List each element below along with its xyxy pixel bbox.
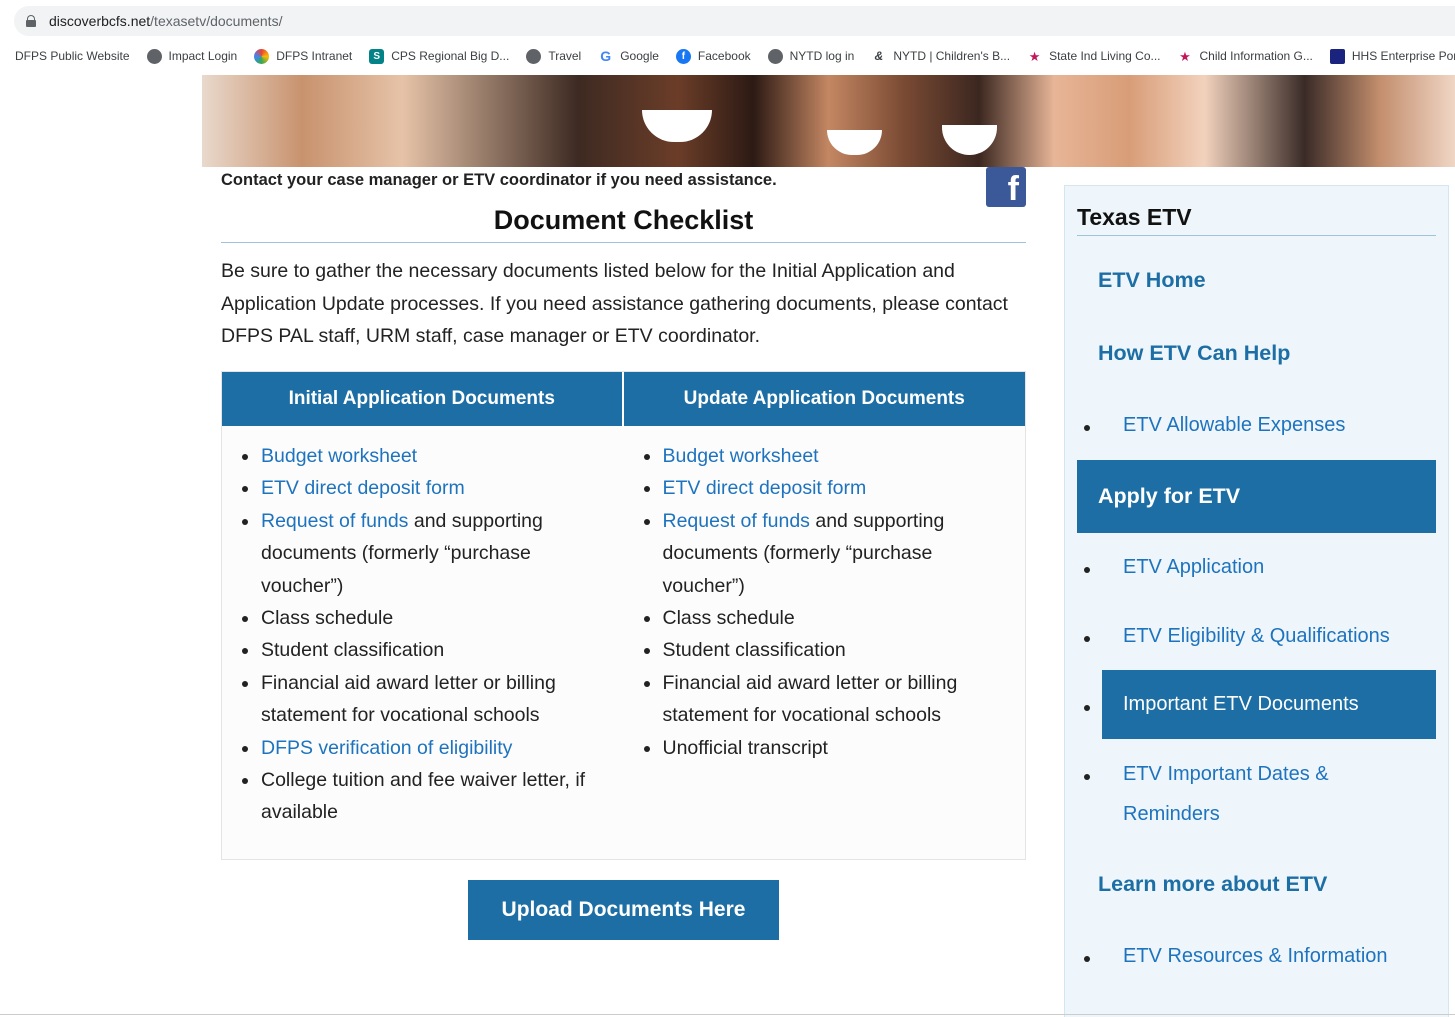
budget-worksheet-link[interactable]: Budget worksheet (261, 445, 417, 467)
sharepoint-icon: S (369, 48, 385, 64)
texas-icon: ★ (1027, 48, 1043, 64)
list-item: Budget worksheet (642, 440, 1006, 472)
address-bar[interactable]: discoverbcfs.net/texasetv/documents/ (14, 6, 1455, 36)
request-of-funds-link[interactable]: Request of funds (663, 510, 810, 532)
initial-documents-list: Budget worksheet ETV direct deposit form… (222, 426, 624, 829)
bullet (1084, 705, 1090, 711)
budget-worksheet-link[interactable]: Budget worksheet (663, 445, 819, 467)
request-of-funds-link[interactable]: Request of funds (261, 510, 408, 532)
sidebar-item-label: Apply for ETV (1098, 484, 1241, 508)
list-item: Financial aid award letter or billing st… (240, 667, 604, 732)
intro-paragraph: Be sure to gather the necessary document… (221, 260, 1008, 347)
list-item: Financial aid award letter or billing st… (642, 667, 1006, 732)
globe-icon (767, 48, 783, 64)
sidebar-item-etv-home[interactable]: ETV Home (1098, 268, 1206, 293)
sidebar-title: Texas ETV (1077, 204, 1436, 236)
bookmark-travel[interactable]: Travel (526, 48, 581, 64)
update-documents-list: Budget worksheet ETV direct deposit form… (624, 426, 1026, 829)
direct-deposit-link[interactable]: ETV direct deposit form (261, 477, 465, 499)
bullet (1084, 425, 1090, 431)
globe-icon (146, 48, 162, 64)
bullet (1084, 567, 1090, 573)
bookmark-google[interactable]: G Google (598, 48, 659, 64)
sidebar-item-etv-application[interactable]: ETV Application (1123, 556, 1264, 579)
list-item: Class schedule (642, 602, 1006, 634)
contact-note: Contact your case manager or ETV coordin… (221, 171, 777, 189)
sidebar-item-important-documents[interactable]: Important ETV Documents (1102, 670, 1436, 739)
bookmark-cps-regional[interactable]: S CPS Regional Big D... (369, 48, 509, 64)
bookmark-impact-login[interactable]: Impact Login (146, 48, 237, 64)
direct-deposit-link[interactable]: ETV direct deposit form (663, 477, 867, 499)
verification-of-eligibility-link[interactable]: DFPS verification of eligibility (261, 737, 512, 759)
bookmark-state-ind-living[interactable]: ★ State Ind Living Co... (1027, 48, 1161, 64)
list-item: Budget worksheet (240, 440, 604, 472)
bookmark-dfps-public[interactable]: DFPS Public Website (15, 49, 130, 63)
list-item: Request of funds and supporting document… (642, 505, 1006, 602)
sidebar-item-learn-more[interactable]: Learn more about ETV (1098, 872, 1327, 897)
facebook-icon: f (675, 48, 691, 64)
list-item: DFPS verification of eligibility (240, 732, 604, 764)
sidebar-item-allowable-expenses[interactable]: ETV Allowable Expenses (1123, 414, 1345, 437)
facebook-icon[interactable]: f (986, 167, 1026, 207)
globe-icon (526, 48, 542, 64)
hhs-icon (1329, 48, 1345, 64)
upload-documents-button[interactable]: Upload Documents Here (468, 880, 779, 940)
document-checklist-table: Initial Application Documents Update App… (221, 371, 1026, 860)
bookmark-child-information[interactable]: ★ Child Information G... (1177, 48, 1313, 64)
page-title: Document Checklist (221, 205, 1026, 243)
sidebar-item-eligibility[interactable]: ETV Eligibility & Qualifications (1123, 625, 1390, 648)
sidebar-item-important-dates[interactable]: ETV Important Dates & Reminders (1123, 754, 1329, 834)
bullet (1084, 956, 1090, 962)
nytd-icon: & (871, 48, 887, 64)
sidebar-item-resources[interactable]: ETV Resources & Information (1123, 945, 1388, 968)
bookmark-facebook[interactable]: f Facebook (675, 48, 751, 64)
bookmark-dfps-intranet[interactable]: DFPS Intranet (254, 48, 352, 64)
list-item: Unofficial transcript (642, 732, 1006, 764)
hero-banner-image (202, 75, 1455, 167)
update-documents-header: Update Application Documents (623, 372, 1025, 426)
bookmark-hhs-enterprise[interactable]: HHS Enterprise Por (1329, 48, 1455, 64)
rainbow-icon (254, 48, 270, 64)
bookmark-nytd-childrens[interactable]: & NYTD | Children's B... (871, 48, 1010, 64)
sidebar-nav: Texas ETV ETV Home How ETV Can Help ETV … (1064, 185, 1449, 1017)
google-icon: G (598, 48, 614, 64)
sidebar-item-label: Important ETV Documents (1123, 693, 1359, 715)
list-item: ETV direct deposit form (240, 472, 604, 504)
bookmarks-bar: DFPS Public Website Impact Login DFPS In… (0, 42, 1455, 70)
list-item: Student classification (642, 634, 1006, 666)
divider (0, 1014, 1455, 1015)
list-item: Student classification (240, 634, 604, 666)
sidebar-item-how-etv-can-help[interactable]: How ETV Can Help (1098, 341, 1290, 366)
list-item: Request of funds and supporting document… (240, 505, 604, 602)
list-item: College tuition and fee waiver letter, i… (240, 764, 604, 829)
texas-icon: ★ (1177, 48, 1193, 64)
bullet (1084, 636, 1090, 642)
list-item: Class schedule (240, 602, 604, 634)
list-item: ETV direct deposit form (642, 472, 1006, 504)
bookmark-nytd-login[interactable]: NYTD log in (767, 48, 854, 64)
sidebar-item-apply-for-etv[interactable]: Apply for ETV (1077, 460, 1436, 533)
url-text[interactable]: discoverbcfs.net/texasetv/documents/ (49, 13, 282, 29)
initial-documents-header: Initial Application Documents (222, 372, 624, 426)
bullet (1084, 774, 1090, 780)
lock-icon[interactable] (26, 15, 36, 27)
